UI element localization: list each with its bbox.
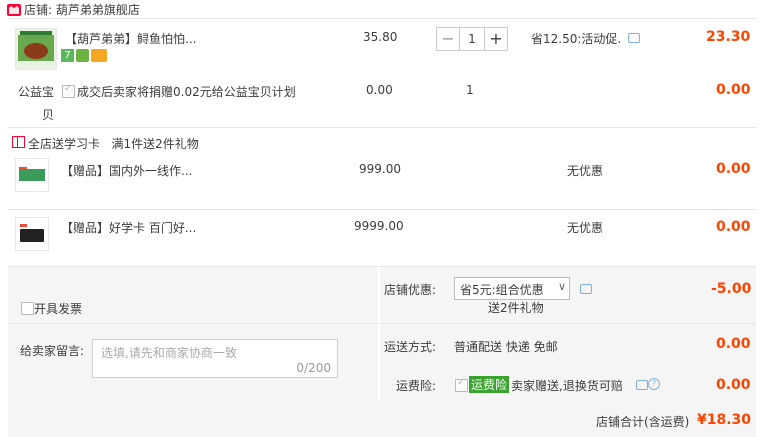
discount-selected: 省5元:组合优惠 (460, 283, 544, 297)
gift-subtotal: 0.00 (716, 219, 751, 235)
insurance-badge: 运费险 (469, 376, 510, 393)
invoice-checkbox[interactable] (21, 302, 34, 315)
product-title[interactable]: 【葫芦弟弟】鲟鱼怕怕... (65, 30, 196, 47)
comment-icon[interactable] (628, 33, 640, 43)
shop-name[interactable]: 店铺: 葫芦弟弟旗舰店 (24, 1, 140, 18)
increase-button[interactable]: + (484, 28, 507, 50)
badge-7day-icon: 7 (61, 49, 74, 62)
discount-sub: 送2件礼物 (488, 301, 544, 315)
product-thumbnail[interactable] (15, 28, 57, 70)
quantity-input[interactable]: 1 (460, 28, 484, 50)
message-placeholder: 选填,请先和商家协商一致 (101, 346, 237, 360)
gift-price: 999.00 (359, 162, 401, 176)
gift-icon (12, 136, 25, 148)
message-textarea[interactable]: 选填,请先和商家协商一致 0/200 (92, 339, 338, 378)
shop-icon (7, 4, 21, 16)
order-options-panel (8, 266, 378, 402)
insurance-label: 运费险: (396, 379, 437, 393)
gift-subtotal: 0.00 (716, 161, 751, 177)
shipping-value: 普通配送 快递 免邮 (454, 340, 558, 354)
insurance-text: 卖家赠送,退换货可赔 (511, 379, 623, 393)
comment-icon[interactable] (580, 284, 592, 294)
discount-label: 店铺优惠: (384, 283, 437, 297)
chevron-down-icon: ∨ (557, 280, 566, 293)
saving-label[interactable]: 省12.50:活动促. (531, 30, 621, 47)
message-counter: 0/200 (296, 361, 331, 375)
gift-title[interactable]: 【赠品】国内外一线作... (61, 162, 192, 179)
charity-label: 公益宝 (18, 85, 55, 99)
insurance-checkbox[interactable] (455, 377, 468, 392)
discount-select[interactable]: 省5元:组合优惠 ∨ (454, 277, 570, 300)
discount-amount: -5.00 (711, 281, 752, 297)
badge-card-icon (91, 49, 107, 62)
shipping-amount: 0.00 (716, 336, 751, 352)
charity-subtotal: 0.00 (716, 82, 751, 98)
gift-thumbnail[interactable] (15, 158, 49, 192)
total-label: 店铺合计(含运费) (596, 415, 690, 429)
promo-text: 全店送学习卡 满1件送2件礼物 (28, 137, 199, 151)
shipping-label: 运送方式: (384, 340, 437, 354)
gift-discount: 无优惠 (567, 164, 604, 178)
charity-price: 0.00 (366, 83, 393, 97)
item-subtotal: 23.30 (706, 29, 751, 45)
decrease-button[interactable]: − (437, 28, 460, 50)
badge-service-icon (76, 49, 89, 62)
charity-text: 成交后卖家将捐赠0.02元给公益宝贝计划 (77, 85, 296, 99)
total-value: ¥18.30 (697, 412, 752, 428)
unit-price: 35.80 (363, 30, 398, 44)
gift-thumbnail[interactable] (15, 217, 49, 251)
gift-title[interactable]: 【赠品】好学卡 百门好... (61, 219, 196, 236)
invoice-label[interactable]: 开具发票 (34, 300, 82, 317)
gift-price: 9999.00 (354, 219, 404, 233)
comment-icon[interactable] (636, 380, 648, 390)
quantity-stepper: − 1 + (436, 27, 508, 51)
charity-checkbox[interactable] (62, 83, 75, 98)
charity-label-line2: 贝 (42, 108, 55, 122)
help-icon[interactable]: ? (648, 378, 660, 390)
charity-qty: 1 (466, 83, 474, 97)
message-label: 给卖家留言: (20, 344, 85, 358)
insurance-amount: 0.00 (716, 377, 751, 393)
gift-discount: 无优惠 (567, 221, 604, 235)
